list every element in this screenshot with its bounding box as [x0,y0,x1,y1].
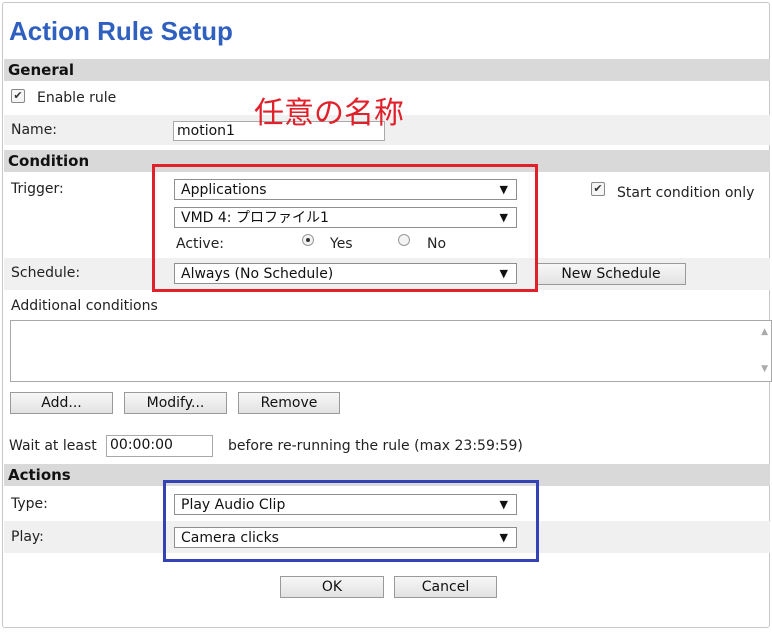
scroll-up-icon[interactable]: ▲ [761,327,768,337]
enable-rule-label: Enable rule [37,90,117,106]
play-label: Play: [11,529,44,545]
blue-highlight-box [163,480,539,562]
trigger-label: Trigger: [11,181,64,197]
enable-rule-checkbox[interactable]: ✔ [11,89,25,103]
scroll-down-icon[interactable]: ▼ [761,364,768,374]
section-general-title: General [8,61,74,79]
add-condition-button[interactable]: Add... [10,392,113,414]
additional-conditions-list[interactable]: ▲ ▼ [10,320,772,382]
cancel-button[interactable]: Cancel [394,576,497,598]
start-condition-checkbox[interactable]: ✔ [591,182,605,196]
modify-condition-button[interactable]: Modify... [124,392,227,414]
annotation-text: 任意の名称 [254,96,404,131]
ok-button[interactable]: OK [280,576,384,598]
remove-condition-button[interactable]: Remove [238,392,340,414]
type-label: Type: [11,496,48,512]
page-title: Action Rule Setup [9,16,233,46]
wait-time-input[interactable]: 00:00:00 [106,435,213,457]
additional-conditions-label: Additional conditions [11,298,158,314]
wait-label: Wait at least [9,438,97,454]
section-condition-title: Condition [8,152,90,170]
start-condition-label: Start condition only [617,185,755,201]
new-schedule-button[interactable]: New Schedule [536,263,686,285]
name-label: Name: [11,122,58,138]
wait-suffix-label: before re-running the rule (max 23:59:59… [228,438,523,454]
red-highlight-box [152,164,538,292]
schedule-label: Schedule: [11,265,81,281]
section-actions-title: Actions [8,466,71,484]
section-general: General [4,59,770,81]
